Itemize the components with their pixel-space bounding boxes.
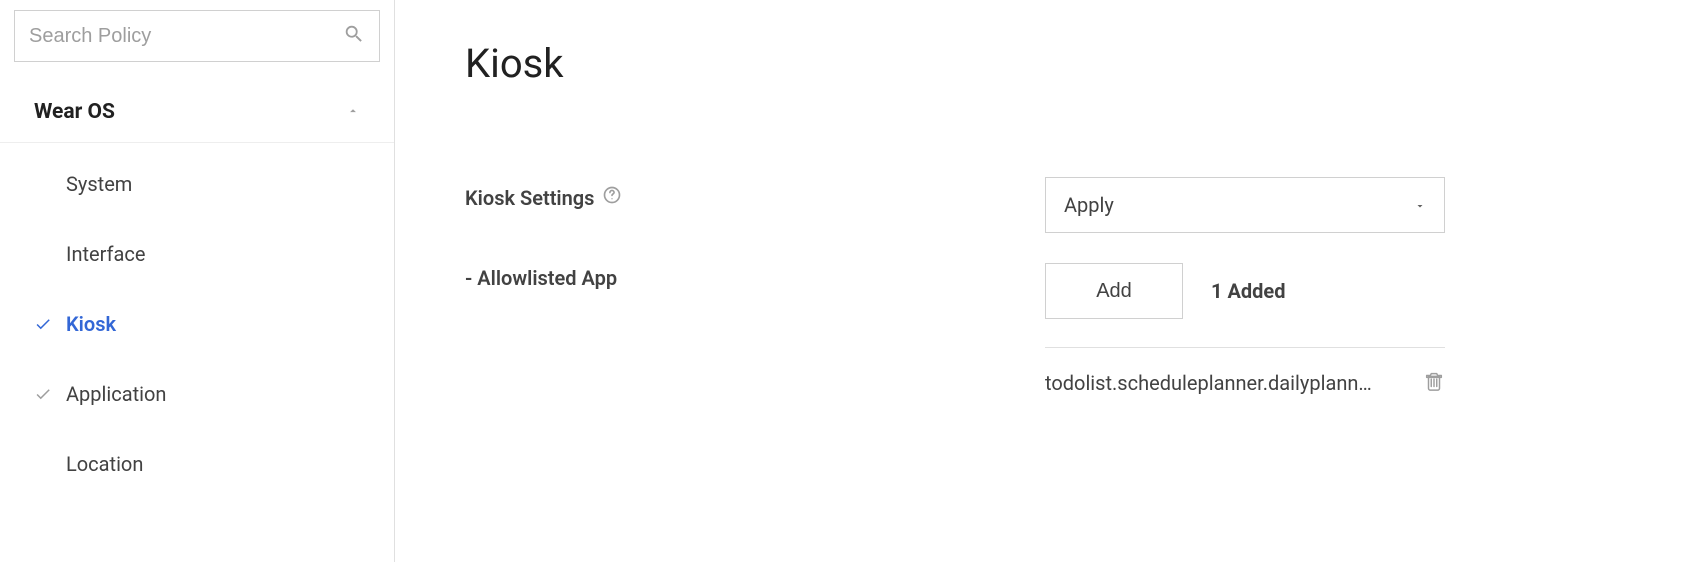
- sidebar-item-label: Application: [66, 382, 166, 406]
- sidebar-item-location[interactable]: Location: [0, 429, 394, 499]
- search-icon: [343, 23, 365, 49]
- search-box[interactable]: [14, 10, 380, 62]
- sidebar-item-application[interactable]: Application: [0, 359, 394, 429]
- nav-group-title: Wear OS: [34, 100, 115, 124]
- help-icon[interactable]: [602, 185, 622, 210]
- sidebar-item-kiosk[interactable]: Kiosk: [0, 289, 394, 359]
- sidebar-item-system[interactable]: System: [0, 149, 394, 219]
- app-item-row: todolist.scheduleplanner.dailyplann…: [1045, 348, 1445, 396]
- nav-group-header[interactable]: Wear OS: [0, 82, 394, 143]
- add-row: Add 1 Added: [1045, 263, 1653, 319]
- setting-row-kiosk: Kiosk Settings - Allowlisted App Apply A…: [465, 177, 1653, 396]
- kiosk-settings-dropdown[interactable]: Apply: [1045, 177, 1445, 233]
- nav-items: System Interface Kiosk Application Locat…: [0, 143, 394, 499]
- app-item-name: todolist.scheduleplanner.dailyplann…: [1045, 371, 1372, 395]
- chevron-up-icon: [346, 103, 360, 122]
- added-count-label: 1 Added: [1211, 279, 1285, 303]
- kiosk-settings-label: Kiosk Settings: [465, 185, 622, 210]
- delete-app-button[interactable]: [1423, 370, 1445, 396]
- sidebar: Wear OS System Interface Kiosk Applicati…: [0, 0, 395, 562]
- trash-icon: [1423, 370, 1445, 396]
- dropdown-value: Apply: [1064, 193, 1114, 217]
- sidebar-item-label: Location: [66, 452, 143, 476]
- check-icon: [34, 385, 56, 403]
- caret-down-icon: [1414, 193, 1426, 217]
- sidebar-item-label: Interface: [66, 242, 145, 266]
- label-text: Kiosk Settings: [465, 186, 594, 210]
- setting-label-col: Kiosk Settings - Allowlisted App: [465, 177, 1045, 290]
- sidebar-item-label: Kiosk: [66, 312, 116, 336]
- main-content: Kiosk Kiosk Settings - Allowlisted App A…: [395, 0, 1693, 562]
- setting-control-col: Apply Add 1 Added todolist.scheduleplann…: [1045, 177, 1653, 396]
- check-icon: [34, 315, 56, 333]
- allowlisted-app-label: - Allowlisted App: [465, 266, 1045, 290]
- sidebar-item-label: System: [66, 172, 132, 196]
- page-title: Kiosk: [465, 40, 1653, 87]
- sidebar-item-interface[interactable]: Interface: [0, 219, 394, 289]
- add-button[interactable]: Add: [1045, 263, 1183, 319]
- search-input[interactable]: [29, 25, 343, 48]
